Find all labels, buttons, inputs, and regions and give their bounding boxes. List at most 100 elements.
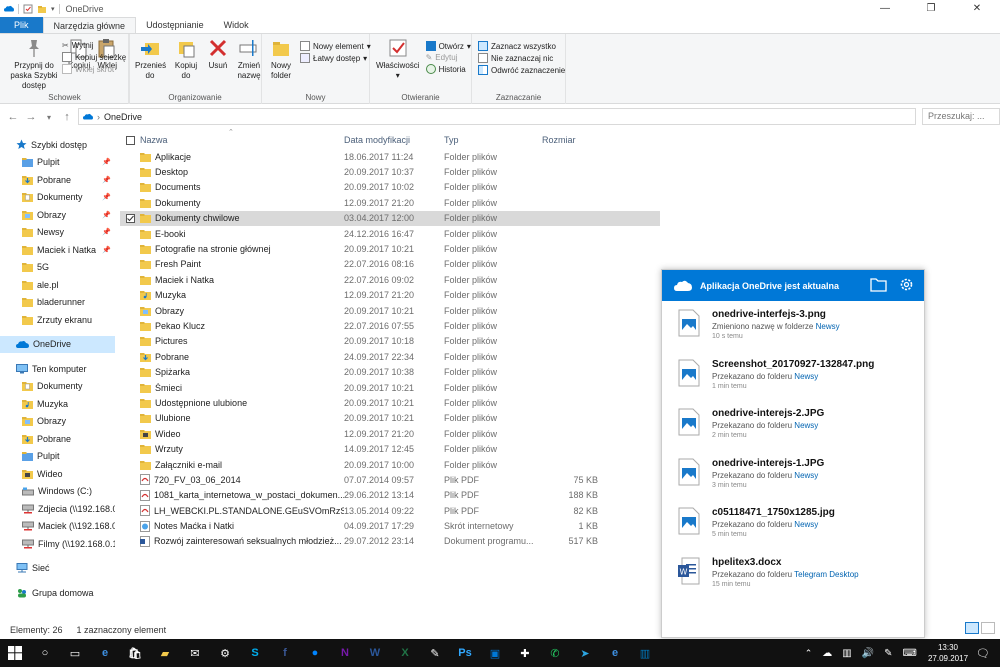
activity-file-name[interactable]: Screenshot_20170927-132847.png (712, 359, 874, 370)
taskbar-photoshop-icon[interactable]: Ps (450, 639, 480, 667)
activity-file-name[interactable]: onedrive-interejs-1.JPG (712, 458, 824, 469)
table-row[interactable]: Aplikacje 18.06.2017 11:24 Folder plików (120, 149, 660, 164)
table-row[interactable]: Wideo 12.09.2017 21:20 Folder plików (120, 426, 660, 441)
tray-network-icon[interactable]: ▥ (842, 648, 851, 659)
table-row[interactable]: Ulubione 20.09.2017 10:21 Folder plików (120, 411, 660, 426)
table-row[interactable]: Pekao Klucz 22.07.2016 07:55 Folder plików (120, 318, 660, 333)
table-row[interactable]: Documents 20.09.2017 10:02 Folder plików (120, 180, 660, 195)
onedrive-activity-item[interactable]: Screenshot_20170927-132847.png Przekazano… (662, 351, 924, 401)
table-row[interactable]: Udostępnione ulubione 20.09.2017 10:21 Fol… (120, 395, 660, 410)
back-arrow-icon[interactable]: ← (4, 111, 22, 123)
table-row[interactable]: Wrzuty 14.09.2017 12:45 Folder plików (120, 441, 660, 456)
pin-icon[interactable]: 📌 (102, 176, 111, 184)
column-header-name[interactable]: Nazwa (140, 135, 168, 145)
onedrive-activity-item[interactable]: onedrive-interejs-2.JPG Przekazano do fol… (662, 400, 924, 450)
nav-item-18[interactable]: Wideo (0, 465, 115, 483)
nav-item-22[interactable]: Filmy (\\192.168.0.10 (0, 535, 115, 553)
cut-button[interactable]: ✂ Wytnij (62, 41, 126, 50)
table-row[interactable]: Maciek i Natka 22.07.2016 09:02 Folder pli… (120, 272, 660, 287)
tray-chevron-icon[interactable]: ⌃ (805, 648, 813, 659)
taskbar-onenote-icon[interactable]: N (330, 639, 360, 667)
table-row[interactable]: Dokumenty chwilowe 03.04.2017 12:00 Folder… (120, 210, 660, 226)
breadcrumb-onedrive[interactable]: OneDrive (104, 112, 142, 122)
tray-volume-icon[interactable]: 🔊 (862, 648, 874, 659)
table-row[interactable]: Desktop 20.09.2017 10:37 Folder plików (120, 164, 660, 179)
details-view-icon[interactable] (965, 622, 979, 634)
taskbar-skype-icon[interactable]: S (240, 639, 270, 667)
taskbar-edge-2-icon[interactable]: e (600, 639, 630, 667)
nav-item-6[interactable]: Maciek i Natka 📌 (0, 241, 115, 259)
pin-icon[interactable]: 📌 (102, 228, 111, 236)
pin-icon[interactable]: 📌 (102, 211, 111, 219)
activity-file-name[interactable]: hpelitex3.docx (712, 557, 859, 568)
nav-item-5[interactable]: Newsy 📌 (0, 224, 115, 242)
table-row[interactable]: Muzyka 12.09.2017 21:20 Folder plików (120, 288, 660, 303)
tray-keyboard-icon[interactable]: ⌨ (903, 648, 917, 659)
nav-item-0[interactable]: Szybki dostęp (0, 136, 115, 154)
activity-folder-link[interactable]: Newsy (794, 520, 818, 529)
start-button[interactable] (0, 639, 30, 667)
tab-view[interactable]: Widok (214, 17, 259, 33)
taskbar-trello-icon[interactable]: ▥ (630, 639, 660, 667)
row-checkbox[interactable] (125, 213, 135, 223)
taskbar-excel-icon[interactable]: X (390, 639, 420, 667)
column-header-size[interactable]: Rozmiar (542, 135, 576, 145)
nav-item-4[interactable]: Obrazy 📌 (0, 206, 115, 224)
nav-item-20[interactable]: Zdjecia (\\192.168.0.1 (0, 500, 115, 518)
table-row[interactable]: Rozwój zainteresowań seksualnych młodzie… (120, 534, 660, 549)
new-folder-qat-icon[interactable] (37, 4, 47, 14)
pin-icon[interactable]: 📌 (102, 158, 111, 166)
settings-gear-icon[interactable] (899, 277, 914, 292)
easy-access-button[interactable]: Łatwy dostęp ▾ (300, 53, 371, 63)
clock[interactable]: 13:30 27.09.2017 (928, 642, 968, 664)
table-row[interactable]: Fresh Paint 22.07.2016 08:16 Folder plików (120, 257, 660, 272)
nav-item-15[interactable]: Obrazy (0, 413, 115, 431)
pin-icon[interactable]: 📌 (102, 193, 111, 201)
nav-item-13[interactable]: Dokumenty (0, 378, 115, 396)
nav-item-12[interactable]: Ten komputer (0, 360, 115, 378)
forward-arrow-icon[interactable]: → (22, 111, 40, 123)
column-header-date[interactable]: Data modyfikacji (344, 135, 410, 145)
large-icons-view-icon[interactable] (981, 622, 995, 634)
table-row[interactable]: E-booki 24.12.2016 16:47 Folder plików (120, 226, 660, 241)
table-row[interactable]: 1081_karta_internetowa_w_postaci_dokumen… (120, 488, 660, 503)
table-row[interactable]: Pobrane 24.09.2017 22:34 Folder plików (120, 349, 660, 364)
taskbar-whatsapp-icon[interactable]: ✆ (540, 639, 570, 667)
select-all-checkbox[interactable] (125, 135, 135, 145)
nav-item-19[interactable]: Windows (C:) (0, 483, 115, 501)
taskbar-explorer-icon[interactable]: ▰ (150, 639, 180, 667)
select-none-button[interactable]: Nie zaznaczaj nic (478, 53, 565, 63)
table-row[interactable]: LH_WEBCKI.PL.STANDALONE.GEuSVOmRzSo... 13… (120, 503, 660, 518)
search-input[interactable]: Przeszukaj: ... (922, 108, 1000, 125)
nav-item-17[interactable]: Pulpit (0, 448, 115, 466)
table-row[interactable]: 720_FV_03_06_2014 07.07.2014 09:57 Plik PD… (120, 472, 660, 487)
nav-item-8[interactable]: ale.pl (0, 276, 115, 294)
nav-item-14[interactable]: Muzyka (0, 395, 115, 413)
onedrive-activity-item[interactable]: onedrive-interejs-1.JPG Przekazano do fol… (662, 450, 924, 500)
activity-folder-link[interactable]: Newsy (816, 322, 840, 331)
tab-file[interactable]: Plik (0, 17, 43, 33)
nav-item-9[interactable]: bladerunner (0, 294, 115, 312)
invert-selection-button[interactable]: Odwróć zaznaczenie (478, 65, 565, 75)
nav-item-23[interactable]: Sieć (0, 560, 115, 578)
nav-item-11[interactable]: OneDrive (0, 335, 115, 353)
table-row[interactable]: Obrazy 20.09.2017 10:21 Folder plików (120, 303, 660, 318)
nav-item-3[interactable]: Dokumenty 📌 (0, 189, 115, 207)
paste-shortcut-button[interactable]: Wklej skrót (62, 64, 126, 74)
table-row[interactable]: Dokumenty 12.09.2017 21:20 Folder plików (120, 195, 660, 210)
table-row[interactable]: Pictures 20.09.2017 10:18 Folder plików (120, 334, 660, 349)
taskbar-task-view-icon[interactable]: ▭ (60, 639, 90, 667)
tab-share[interactable]: Udostępnianie (136, 17, 214, 33)
table-row[interactable]: Spiżarka 20.09.2017 10:38 Folder plików (120, 364, 660, 379)
pin-icon[interactable]: 📌 (102, 246, 111, 254)
nav-item-21[interactable]: Maciek (\\192.168.0. (0, 518, 115, 536)
taskbar-store-icon[interactable]: 🛍 (120, 639, 150, 667)
table-row[interactable]: Notes Maćka i Natki 04.09.2017 17:29 Skrót… (120, 518, 660, 533)
nav-item-24[interactable]: Grupa domowa (0, 584, 115, 602)
recent-chevron-icon[interactable]: ▾ (40, 113, 58, 122)
table-row[interactable]: Załączniki e-mail 20.09.2017 10:00 Folder … (120, 457, 660, 472)
minimize-button[interactable]: — (862, 0, 908, 17)
taskbar-messenger-icon[interactable]: ● (300, 639, 330, 667)
nav-item-2[interactable]: Pobrane 📌 (0, 171, 115, 189)
taskbar-extension-icon[interactable]: ✚ (510, 639, 540, 667)
